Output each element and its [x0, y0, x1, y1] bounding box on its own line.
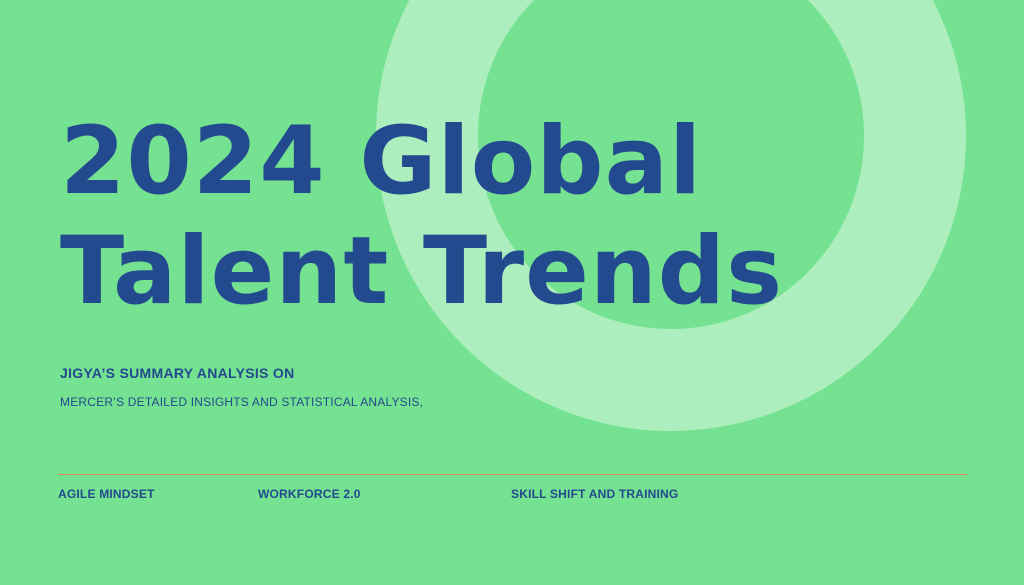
footer-item-workforce: WORKFORCE 2.0 — [258, 487, 361, 501]
subtitle: JIGYA’S SUMMARY ANALYSIS ON — [60, 365, 295, 381]
slide-title: 2024 Global Talent Trends — [60, 107, 783, 327]
footer-item-skill-shift: SKILL SHIFT AND TRAINING — [511, 487, 679, 501]
divider-line — [58, 474, 967, 475]
description: MERCER’S DETAILED INSIGHTS AND STATISTIC… — [60, 395, 424, 409]
title-line-2: Talent Trends — [60, 217, 784, 326]
footer-item-agile-mindset: AGILE MINDSET — [58, 487, 155, 501]
title-line-1: 2024 Global — [60, 107, 703, 216]
